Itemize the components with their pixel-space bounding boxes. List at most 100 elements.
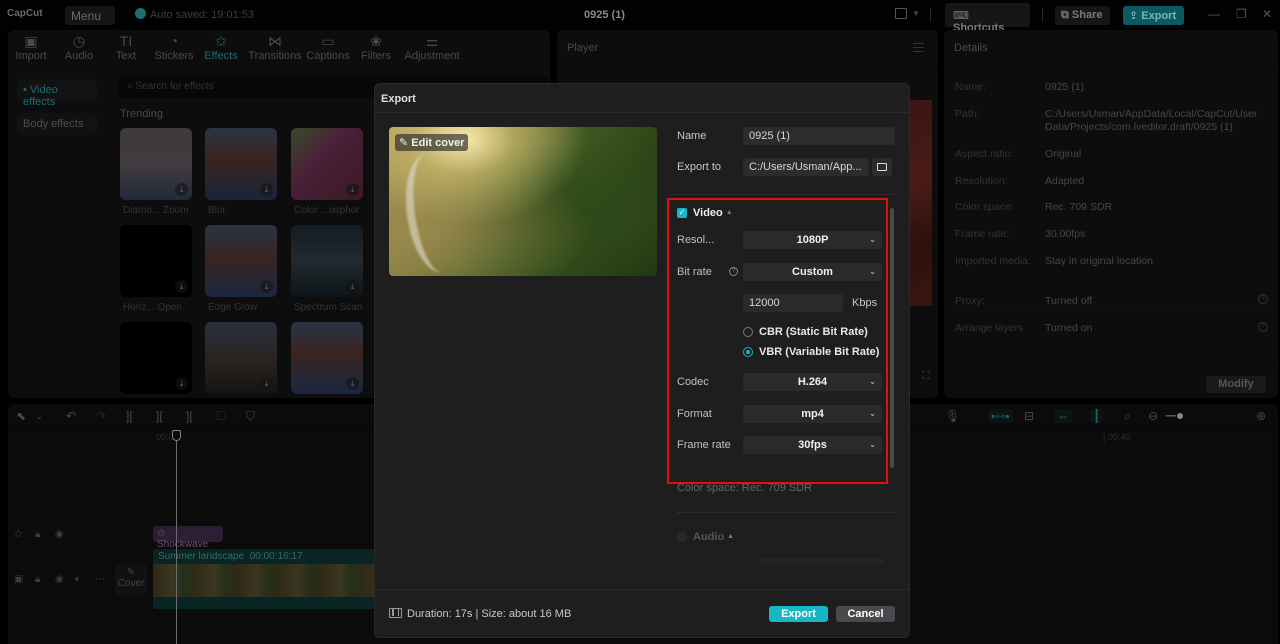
tab-stickers[interactable]: ◔ Stickers: [151, 32, 197, 62]
tab-transitions[interactable]: ⋈ Transitions: [247, 32, 303, 62]
resolution-select[interactable]: 1080P ⌄: [743, 231, 882, 249]
download-icon[interactable]: ⤓: [175, 183, 188, 196]
export-path-input[interactable]: C:/Users/Usman/App...: [743, 158, 869, 176]
download-icon[interactable]: ⤓: [260, 280, 273, 293]
effect-label: Diamo... Zoom: [123, 205, 189, 216]
video-section-toggle[interactable]: Video ▲: [693, 207, 733, 219]
tab-audio[interactable]: ◷ Audio: [61, 32, 97, 62]
bitrate-select[interactable]: Custom ⌄: [743, 263, 882, 281]
linkage-icon[interactable]: ⇔: [1054, 409, 1072, 423]
cbr-label[interactable]: CBR (Static Bit Rate): [759, 326, 868, 338]
text-icon: TI: [119, 33, 133, 49]
zoom-to-fit-icon[interactable]: ⌕: [1124, 409, 1131, 424]
video-checkbox[interactable]: ✓: [677, 208, 687, 218]
shortcuts-button[interactable]: ⌨ Shortcuts: [945, 3, 1030, 34]
download-icon[interactable]: ⤓: [175, 377, 188, 390]
eye-icon[interactable]: ◉: [55, 529, 64, 540]
effect-thumb[interactable]: ⤓: [291, 322, 363, 394]
tab-filters[interactable]: ❀ Filters: [358, 32, 394, 62]
video-clip[interactable]: Summer landscape 00:00:16:17: [153, 549, 375, 609]
menu-button[interactable]: Menu ⌄: [65, 6, 115, 36]
zoom-out-icon[interactable]: ⊖: [1148, 409, 1158, 423]
auto-snap-icon[interactable]: ⊟: [1024, 409, 1034, 423]
layout-icon[interactable]: [895, 8, 907, 19]
select-tool-icon[interactable]: ⬉: [16, 409, 26, 423]
split-left-icon[interactable]: ][: [156, 409, 163, 423]
vbr-radio[interactable]: [743, 347, 753, 357]
export-button-top[interactable]: ⇪ Export: [1123, 6, 1184, 25]
tab-adjustment[interactable]: ⚌ Adjustment: [403, 32, 461, 62]
codec-select[interactable]: H.264 ⌄: [743, 373, 882, 391]
help-icon[interactable]: ?: [1258, 322, 1268, 332]
effect-thumb[interactable]: ⤓: [205, 322, 277, 394]
caret-down-icon[interactable]: ▼: [912, 9, 920, 18]
sidebar-item-body-effects[interactable]: Body effects: [17, 113, 97, 135]
main-track-magnet-icon[interactable]: ▪⇿▪: [988, 409, 1013, 423]
effect-thumb[interactable]: ⤓: [291, 225, 363, 297]
lock-icon[interactable]: 🔒︎: [35, 529, 40, 540]
more-icon[interactable]: ⋯: [95, 574, 105, 585]
tab-import[interactable]: ▣ Import: [13, 32, 49, 62]
download-icon[interactable]: ⤓: [260, 377, 273, 390]
delete-icon[interactable]: ☐: [216, 409, 227, 423]
microphone-icon[interactable]: 🎙: [945, 409, 960, 423]
format-select[interactable]: mp4 ⌄: [743, 405, 882, 423]
framerate-select[interactable]: 30fps ⌄: [743, 436, 882, 454]
cover-button[interactable]: ✎ Cover: [115, 564, 147, 595]
chevron-down-icon: ⌄: [869, 235, 876, 244]
cbr-radio[interactable]: [743, 327, 753, 337]
sidebar-item-video-effects[interactable]: • Video effects: [17, 79, 97, 108]
edit-cover-button[interactable]: ✎ Edit cover: [395, 134, 469, 151]
clip-label: Summer landscape 00:00:16:17: [158, 551, 303, 562]
minimize-icon[interactable]: —: [1208, 7, 1220, 21]
audio-checkbox[interactable]: [677, 532, 687, 542]
fullscreen-icon[interactable]: ⛶: [922, 370, 930, 383]
tab-effects[interactable]: ✩ Effects: [202, 32, 240, 62]
effect-thumb[interactable]: ⤓: [205, 128, 277, 200]
tab-text[interactable]: TI Text: [110, 32, 142, 62]
download-icon[interactable]: ⤓: [346, 280, 359, 293]
zoom-slider[interactable]: ─●: [1166, 407, 1184, 423]
eye-icon[interactable]: ◉: [55, 574, 64, 585]
tab-captions[interactable]: ▭ Captions: [305, 32, 351, 62]
effect-thumb[interactable]: ⤓: [120, 322, 192, 394]
split-icon[interactable]: ][: [126, 409, 133, 423]
download-icon[interactable]: ⤓: [260, 183, 273, 196]
help-icon[interactable]: ?: [1258, 294, 1268, 304]
effect-thumb[interactable]: ⤓: [120, 225, 192, 297]
audio-format-select[interactable]: [759, 558, 884, 564]
browse-folder-button[interactable]: [872, 158, 892, 176]
audio-section-toggle[interactable]: Audio ▲: [693, 531, 734, 543]
settings-scrollbar[interactable]: [890, 208, 894, 468]
download-icon[interactable]: ⤓: [346, 183, 359, 196]
chevron-down-icon[interactable]: ⌄: [36, 412, 43, 421]
marker-icon[interactable]: ⛉: [246, 409, 255, 424]
effect-thumb[interactable]: ⤓: [120, 128, 192, 200]
share-button[interactable]: ⧉ Share: [1055, 6, 1110, 25]
effect-thumb[interactable]: ⤓: [205, 225, 277, 297]
audio-mute-icon[interactable]: 🔈︎: [75, 574, 81, 585]
divider: [667, 194, 896, 195]
preview-axis-icon[interactable]: ┃: [1090, 409, 1104, 423]
help-icon[interactable]: ?: [729, 267, 738, 276]
name-input[interactable]: 0925 (1): [743, 127, 895, 145]
adjustment-icon: ⚌: [425, 33, 439, 49]
zoom-in-icon[interactable]: ⊕: [1256, 409, 1266, 423]
effect-clip[interactable]: ✩ Shockwave: [153, 526, 223, 550]
undo-icon[interactable]: ↶: [66, 409, 76, 423]
download-icon[interactable]: ⤓: [175, 280, 188, 293]
vbr-label[interactable]: VBR (Variable Bit Rate): [759, 346, 879, 358]
close-icon[interactable]: ✕: [1262, 7, 1272, 21]
lock-icon[interactable]: 🔒︎: [35, 574, 40, 585]
redo-icon[interactable]: ↷: [96, 409, 106, 423]
effect-thumb[interactable]: ⤓: [291, 128, 363, 200]
menu-icon[interactable]: [913, 43, 924, 52]
download-icon[interactable]: ⤓: [346, 377, 359, 390]
split-right-icon[interactable]: ][: [186, 409, 193, 423]
modify-button[interactable]: Modify: [1206, 376, 1266, 393]
playhead-handle[interactable]: [172, 430, 181, 441]
export-button[interactable]: Export: [769, 606, 828, 622]
cancel-button[interactable]: Cancel: [836, 606, 895, 622]
bitrate-kbps-input[interactable]: 12000: [743, 294, 843, 312]
restore-icon[interactable]: ❐: [1236, 7, 1247, 21]
